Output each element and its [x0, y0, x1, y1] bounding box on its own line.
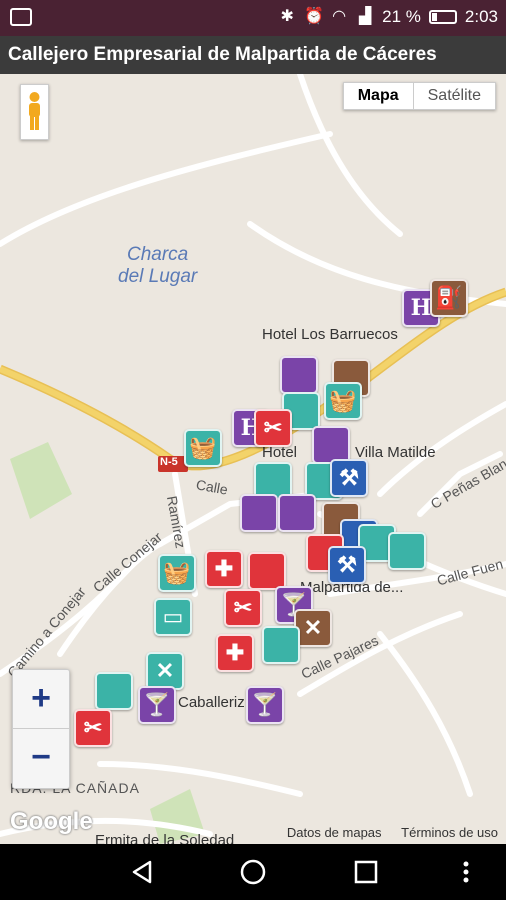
marker-basket-3[interactable]: 🧺	[158, 554, 196, 592]
marker-worker-2[interactable]: ⚒	[328, 546, 366, 584]
map-data-link[interactable]: Datos de mapas	[287, 825, 382, 840]
scissors-icon: ✂	[83, 715, 103, 741]
map-type-map-button[interactable]: Mapa	[344, 83, 414, 109]
marker-tools-2[interactable]: ✕	[146, 652, 184, 690]
battery-icon	[428, 10, 457, 24]
marker-purple-2[interactable]	[240, 494, 278, 532]
status-icons: ✱ ⏰ ◠ ▟ 21 % 2:03	[278, 7, 498, 27]
map-view[interactable]: Charca del Lugar Hotel Los Barruecos Vill…	[0, 74, 506, 844]
zoom-control: + −	[12, 669, 70, 789]
basket-icon: 🧺	[163, 560, 191, 586]
marker-drink-3[interactable]: 🍸	[246, 686, 284, 724]
marker-scissors[interactable]: ✂	[254, 409, 292, 447]
marker-purple-3[interactable]	[278, 494, 316, 532]
bluetooth-icon: ✱	[280, 8, 294, 25]
drink-icon: 🍸	[143, 692, 171, 718]
marker-shop-4[interactable]	[95, 672, 133, 710]
scissors-icon: ✂	[263, 415, 283, 441]
home-icon[interactable]	[239, 858, 267, 886]
fuel-icon: ⛽	[435, 285, 463, 311]
terms-link[interactable]: Términos de uso	[401, 825, 498, 840]
pegman-icon	[29, 92, 40, 130]
signal-icon: ▟	[359, 8, 372, 25]
marker-red[interactable]	[248, 552, 286, 590]
marker-hotel-2[interactable]	[280, 356, 318, 394]
drink-icon: 🍸	[251, 692, 279, 718]
alarm-icon: ⏰	[304, 8, 325, 25]
tools-icon: ✕	[155, 658, 175, 684]
recents-icon[interactable]	[352, 858, 380, 886]
map-type-control: Mapa Satélite	[342, 82, 496, 110]
poi-hotel-label: Hotel Los Barruecos	[262, 326, 398, 343]
clock: 2:03	[464, 7, 498, 26]
marker-worker[interactable]: ⚒	[330, 459, 368, 497]
tools-icon: ✕	[303, 615, 323, 641]
worker-icon: ⚒	[339, 465, 359, 491]
marker-scissors-2[interactable]: ✂	[224, 589, 262, 627]
water-label: Charca del Lugar	[118, 244, 198, 287]
road-number: N-5	[160, 456, 178, 468]
marker-basket-2[interactable]: 🧺	[184, 429, 222, 467]
marker-basket[interactable]: 🧺	[324, 382, 362, 420]
zoom-in-button[interactable]: +	[13, 670, 69, 728]
cross-icon: ✚	[214, 556, 234, 582]
battery-percent: 21 %	[382, 7, 421, 26]
marker-pharmacy[interactable]: ✚	[205, 550, 243, 588]
poi-caballeriza: Caballeriz	[178, 694, 245, 711]
cross-icon: ✚	[225, 640, 245, 666]
poi-ermita: Ermita de la Soledad	[95, 832, 235, 844]
wifi-icon: ◠	[332, 8, 347, 25]
status-bar: ✱ ⏰ ◠ ▟ 21 % 2:03	[0, 0, 506, 36]
zoom-out-button[interactable]: −	[13, 729, 69, 787]
map-type-satellite-button[interactable]: Satélite	[414, 83, 495, 109]
google-logo: Google	[10, 808, 93, 835]
marker-drink-2[interactable]: 🍸	[138, 686, 176, 724]
marker-computer[interactable]: ▭	[154, 598, 192, 636]
gallery-notification-icon	[10, 8, 32, 26]
more-icon[interactable]	[452, 858, 480, 886]
basket-icon: 🧺	[189, 435, 217, 461]
app-title: Callejero Empresarial de Malpartida de C…	[0, 36, 506, 74]
nav-bar	[0, 844, 506, 900]
basket-icon: 🧺	[329, 388, 357, 414]
marker-teal-3[interactable]	[262, 626, 300, 664]
back-icon[interactable]	[128, 858, 156, 886]
marker-fuel[interactable]: ⛽	[430, 279, 468, 317]
poi-villa-label: Villa Matilde	[355, 444, 436, 461]
scissors-icon: ✂	[233, 595, 253, 621]
marker-medical[interactable]: ✚	[216, 634, 254, 672]
street-view-pegman[interactable]	[20, 84, 49, 140]
marker-scissors-3[interactable]: ✂	[74, 709, 112, 747]
park-area	[10, 442, 72, 519]
computer-icon: ▭	[162, 604, 184, 630]
map-attribution: Datos de mapas Términos de uso	[271, 825, 498, 840]
marker-teal-2[interactable]	[388, 532, 426, 570]
worker-icon: ⚒	[337, 552, 357, 578]
